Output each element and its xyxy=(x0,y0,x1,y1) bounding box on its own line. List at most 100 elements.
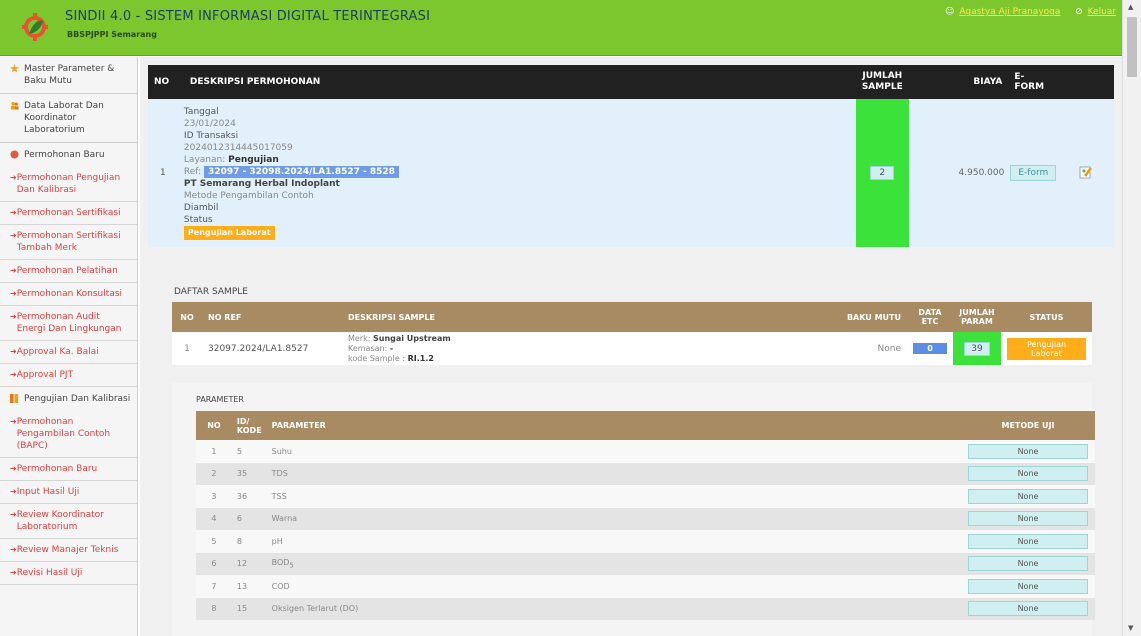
record-icon xyxy=(10,150,19,159)
user-name-link[interactable]: Agastya Aji Pranayoga xyxy=(959,7,1060,17)
parameter-name-text: Suhu xyxy=(271,446,292,456)
sidebar-section-pengujian[interactable]: Pengujian Dan Kalibrasi xyxy=(0,387,137,411)
data-etc-badge[interactable]: 0 xyxy=(913,343,947,354)
col-header-data-etc: DATA ETC xyxy=(907,302,953,332)
sidebar-item-approval-pjt[interactable]: ➜Approval PJT xyxy=(0,364,137,387)
col-header-ref: NO REF xyxy=(202,302,342,332)
status-label: Status xyxy=(183,215,213,225)
parameter-no: 4 xyxy=(196,507,232,530)
sidebar-item-label: Review Manajer Teknis xyxy=(16,545,119,555)
scroll-up-arrow-icon[interactable]: ▲ xyxy=(1128,3,1133,11)
sidebar-item-label: Permohonan Audit Energi Dan Lingkungan xyxy=(16,312,122,334)
sidebar-item-label: Revisi Hasil Uji xyxy=(16,568,83,578)
layanan-label: Layanan: xyxy=(183,155,226,165)
bars-icon xyxy=(10,394,19,403)
parameter-name: TDS xyxy=(266,462,962,485)
merk-label: Merk: xyxy=(348,333,371,343)
sidebar-item-review-manajer[interactable]: ➜Review Manajer Teknis xyxy=(0,539,137,562)
sidebar-item-sertifikasi-tambah-merk[interactable]: ➜Permohonan Sertifikasi Tambah Merk xyxy=(0,225,137,260)
metode-uji-cell: None xyxy=(961,552,1095,575)
metode-uji-badge[interactable]: None xyxy=(968,511,1088,527)
edit-cell xyxy=(1058,99,1114,247)
users-icon xyxy=(10,101,19,110)
parameter-name-text: Warna xyxy=(271,514,298,524)
eform-button[interactable]: E-form xyxy=(1010,165,1057,181)
sidebar-section-label: Data Laborat Dan Koordinator Laboratoriu… xyxy=(24,101,104,135)
sidebar-item-permohonan-baru[interactable]: ➜Permohonan Baru xyxy=(0,458,137,481)
parameter-name: pH xyxy=(266,530,962,553)
sidebar-section-permohonan[interactable]: Permohonan Baru xyxy=(0,143,137,167)
app-subtitle: BBSPJPPI Semarang xyxy=(67,30,157,39)
parameter-name: Oksigen Terlarut (DO) xyxy=(266,597,962,620)
sidebar-item-permohonan-konsultasi[interactable]: ➜Permohonan Konsultasi xyxy=(0,283,137,306)
parameter-name: TSS xyxy=(266,485,962,508)
sidebar-item-review-koordinator[interactable]: ➜Review Koordinator Laboratorium xyxy=(0,504,137,539)
metode-uji-cell: None xyxy=(961,530,1095,553)
metode-uji-badge[interactable]: None xyxy=(968,443,1088,459)
tanggal-label: Tanggal xyxy=(183,107,219,117)
arrow-right-icon: ➜ xyxy=(10,347,17,356)
parameter-row: 3 36 TSS None xyxy=(196,485,1095,508)
user-icon: ☺ xyxy=(945,7,955,17)
sidebar-item-label: Permohonan Sertifikasi xyxy=(16,208,121,218)
page-scrollbar[interactable]: ▲ ▼ xyxy=(1122,0,1141,636)
sidebar-item-input-hasil-uji[interactable]: ➜Input Hasil Uji xyxy=(0,481,137,504)
scroll-thumb[interactable] xyxy=(1127,17,1137,77)
sidebar-item-label: Review Koordinator Laboratorium xyxy=(16,510,104,532)
arrow-right-icon: ➜ xyxy=(10,510,17,519)
sample-status-badge: Pengujian Laborat xyxy=(1007,337,1086,360)
sidebar-item-permohonan-sertifikasi[interactable]: ➜Permohonan Sertifikasi xyxy=(0,202,137,225)
daftar-sample-title: DAFTAR SAMPLE xyxy=(174,287,248,297)
sidebar-item-label: Permohonan Baru xyxy=(16,464,98,474)
parameter-name-text: COD xyxy=(271,581,290,591)
parameter-row: 1 5 Suhu None xyxy=(196,440,1095,463)
sample-no: 1 xyxy=(172,332,202,365)
row-no: 1 xyxy=(148,99,184,247)
merk-value: Sungai Upstream xyxy=(373,333,451,343)
sidebar-item-approval-ka-balai[interactable]: ➜Approval Ka. Balai xyxy=(0,341,137,364)
user-area: ☺ Agastya Aji Pranayoga ⊘ Keluar xyxy=(945,7,1116,17)
sidebar-item-label: Approval PJT xyxy=(16,370,74,380)
row-description: Tanggal 23/01/2024 ID Transaksi 20240123… xyxy=(183,99,856,247)
sidebar-item-permohonan-pengujian[interactable]: ➜Permohonan Pengujian Dan Kalibrasi xyxy=(0,167,137,202)
sidebar-section-master[interactable]: Master Parameter & Baku Mutu xyxy=(0,57,137,94)
parameter-row: 4 6 Warna None xyxy=(196,507,1095,530)
sidebar-item-permohonan-pelatihan[interactable]: ➜Permohonan Pelatihan xyxy=(0,260,137,283)
status-badge: Pengujian Laborat xyxy=(183,226,275,240)
parameter-name-subscript: 5 xyxy=(289,561,294,570)
parameter-row: 8 15 Oksigen Terlarut (DO) None xyxy=(196,597,1095,620)
scroll-down-arrow-icon[interactable]: ▼ xyxy=(1128,624,1133,632)
permohonan-table: NO DESKRIPSI PERMOHONAN JUMLAH SAMPLE BI… xyxy=(148,65,1114,247)
sidebar-item-label: Permohonan Sertifikasi Tambah Merk xyxy=(16,231,121,253)
sidebar-item-pengambilan-contoh[interactable]: ➜Permohonan Pengambilan Contoh (BAPC) xyxy=(0,411,137,458)
metode-uji-badge[interactable]: None xyxy=(968,488,1088,504)
parameter-row: 5 8 pH None xyxy=(196,530,1095,553)
sidebar-item-label: Input Hasil Uji xyxy=(16,487,80,497)
jumlah-param-cell: 39 xyxy=(953,332,1001,365)
metode-uji-badge[interactable]: None xyxy=(968,556,1088,572)
metode-uji-badge[interactable]: None xyxy=(968,601,1088,617)
sidebar-section-data-laborat[interactable]: Data Laborat Dan Koordinator Laboratoriu… xyxy=(0,94,137,143)
jumlah-sample-badge[interactable]: 2 xyxy=(870,166,895,180)
parameter-table: NO ID/ KODE PARAMETER METODE UJI 1 5 Suhu N… xyxy=(196,411,1095,620)
edit-icon[interactable] xyxy=(1079,165,1093,179)
jumlah-sample-cell: 2 xyxy=(855,99,909,247)
col-header-baku-mutu: BAKU MUTU xyxy=(811,302,907,332)
app-title: SINDII 4.0 - SISTEM INFORMASI DIGITAL TE… xyxy=(65,9,431,24)
sidebar-item-permohonan-audit[interactable]: ➜Permohonan Audit Energi Dan Lingkungan xyxy=(0,306,137,341)
data-etc-cell: 0 xyxy=(907,332,953,365)
sidebar: Master Parameter & Baku Mutu Data Labora… xyxy=(0,57,138,636)
metode-uji-badge[interactable]: None xyxy=(968,466,1088,482)
sidebar-item-revisi-hasil-uji[interactable]: ➜Revisi Hasil Uji xyxy=(0,562,137,585)
col-header-desc: DESKRIPSI SAMPLE xyxy=(342,302,811,332)
parameter-name: Suhu xyxy=(266,440,962,463)
main-content: NO DESKRIPSI PERMOHONAN JUMLAH SAMPLE BI… xyxy=(140,57,1122,636)
metode-uji-badge[interactable]: None xyxy=(968,578,1088,594)
metode-uji-badge[interactable]: None xyxy=(968,533,1088,549)
logout-link[interactable]: Keluar xyxy=(1088,7,1116,17)
parameter-kode: 36 xyxy=(231,485,267,508)
jumlah-param-badge[interactable]: 39 xyxy=(964,341,990,356)
parameter-name: Warna xyxy=(266,507,962,530)
arrow-right-icon: ➜ xyxy=(10,289,17,298)
sidebar-section-label: Pengujian Dan Kalibrasi xyxy=(24,394,131,404)
